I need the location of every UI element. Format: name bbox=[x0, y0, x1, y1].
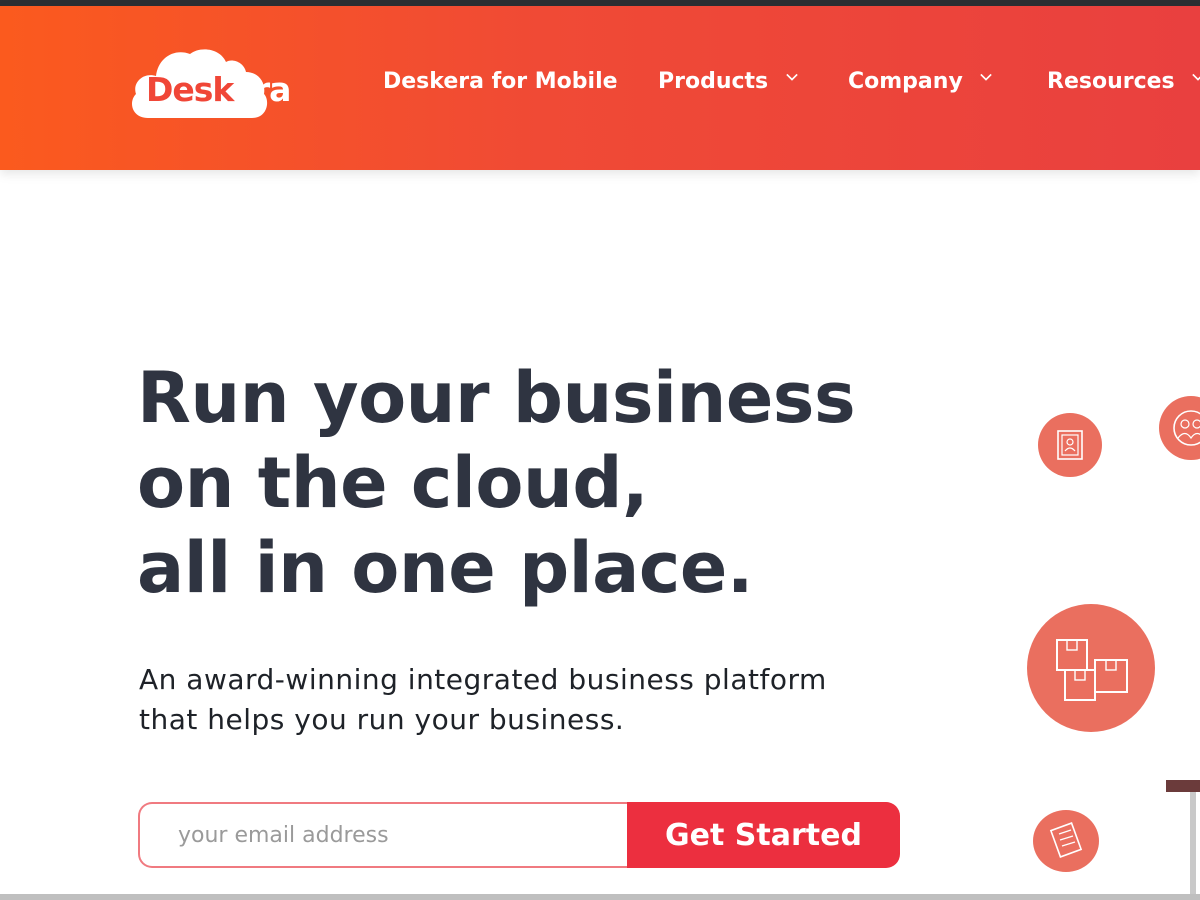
email-input[interactable] bbox=[138, 802, 630, 868]
nav-company[interactable]: Company bbox=[848, 62, 993, 102]
chevron-down-icon bbox=[1192, 73, 1200, 81]
hero-subtitle: An award-winning integrated business pla… bbox=[139, 660, 919, 740]
nav-label: Company bbox=[848, 69, 963, 94]
partial-illustration-edge bbox=[1166, 780, 1200, 792]
hero-subtitle-line: that helps you run your business. bbox=[139, 703, 625, 736]
deskera-logo[interactable]: Deskera bbox=[128, 44, 308, 124]
nav-products[interactable]: Products bbox=[658, 62, 798, 102]
logo-wordmark: Deskera bbox=[146, 70, 291, 110]
hero-title-line: on the cloud, bbox=[137, 442, 649, 524]
boxes-icon bbox=[1027, 604, 1155, 732]
nav-label: Products bbox=[658, 69, 769, 94]
logo-text-era: era bbox=[232, 70, 291, 109]
chevron-down-icon bbox=[786, 73, 798, 81]
navbar: Deskera Deskera for Mobile Products Comp… bbox=[0, 6, 1200, 170]
get-started-button[interactable]: Get Started bbox=[627, 802, 900, 868]
chevron-down-icon bbox=[980, 73, 993, 81]
id-card-icon bbox=[1038, 413, 1102, 477]
hero-title: Run your business on the cloud, all in o… bbox=[137, 356, 897, 611]
team-icon bbox=[1159, 396, 1200, 460]
nav-deskera-for-mobile[interactable]: Deskera for Mobile bbox=[383, 62, 618, 102]
nav-label: Resources bbox=[1047, 69, 1175, 94]
hero-title-line: Run your business bbox=[137, 357, 856, 439]
document-icon bbox=[1033, 810, 1099, 872]
partial-illustration-post bbox=[1190, 792, 1196, 900]
nav-label: Deskera for Mobile bbox=[383, 69, 618, 94]
logo-text-desk: Desk bbox=[146, 70, 233, 109]
window-bottom-border bbox=[0, 894, 1200, 900]
hero-subtitle-line: An award-winning integrated business pla… bbox=[139, 663, 827, 696]
hero-title-line: all in one place. bbox=[137, 527, 753, 609]
nav-resources[interactable]: Resources bbox=[1047, 62, 1200, 102]
signup-form: Get Started bbox=[138, 802, 900, 868]
